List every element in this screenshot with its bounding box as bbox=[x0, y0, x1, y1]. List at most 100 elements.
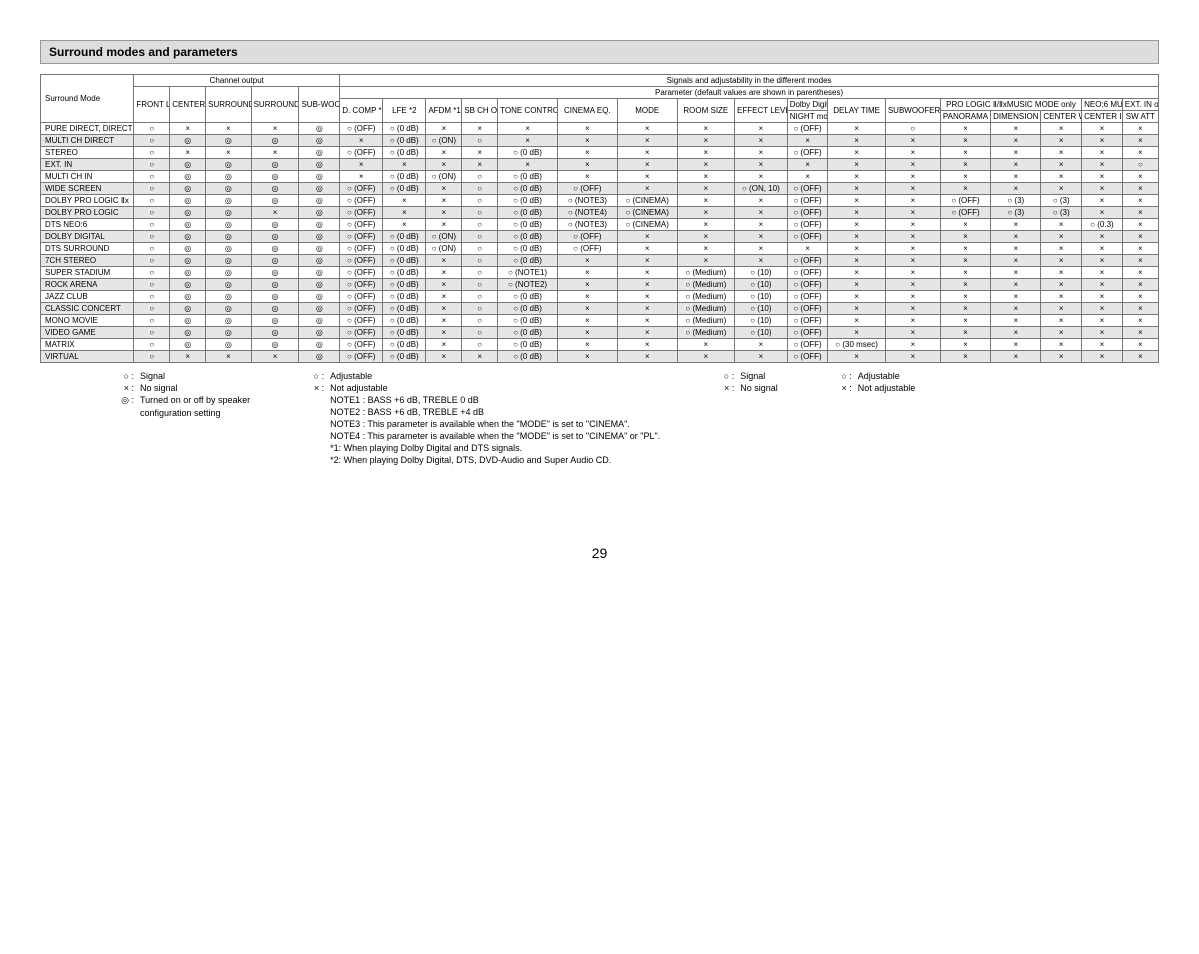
data-cell: × bbox=[1041, 171, 1082, 183]
data-cell: ○ (CINEMA) bbox=[617, 207, 677, 219]
data-cell: × bbox=[557, 315, 617, 327]
data-cell: ○ (0 dB) bbox=[383, 255, 426, 267]
h-subwoofer: SUB-WOOFER bbox=[299, 87, 340, 123]
data-cell: ○ bbox=[134, 159, 170, 171]
data-cell: ○ bbox=[462, 327, 498, 339]
legend-text: *2: When playing Dolby Digital, DTS, DVD… bbox=[330, 455, 611, 465]
legend-text: Turned on or off by speaker bbox=[140, 395, 250, 405]
h-signals: Signals and adjustability in the differe… bbox=[340, 75, 1159, 87]
data-cell: × bbox=[1122, 327, 1158, 339]
data-cell: × bbox=[885, 303, 940, 315]
data-cell: × bbox=[991, 183, 1041, 195]
table-row: MULTI CH IN○◎◎◎◎×○ (0 dB)○ (ON)○○ (0 dB)… bbox=[41, 171, 1159, 183]
data-cell: ◎ bbox=[299, 339, 340, 351]
data-cell: ◎ bbox=[170, 207, 206, 219]
data-cell: ◎ bbox=[299, 315, 340, 327]
data-cell: ○ bbox=[462, 207, 498, 219]
data-cell: ○ (OFF) bbox=[787, 255, 828, 267]
data-cell: × bbox=[206, 147, 251, 159]
h-extin: EXT. IN only bbox=[1122, 99, 1158, 111]
data-cell: × bbox=[940, 255, 990, 267]
data-cell: × bbox=[991, 303, 1041, 315]
data-cell: × bbox=[677, 159, 734, 171]
data-cell: × bbox=[828, 183, 885, 195]
data-cell: ○ (OFF) bbox=[340, 291, 383, 303]
data-cell: × bbox=[1122, 207, 1158, 219]
data-cell: ◎ bbox=[206, 291, 251, 303]
data-cell: × bbox=[170, 351, 206, 363]
data-cell: × bbox=[1082, 267, 1123, 279]
legend-symbol: ○ : bbox=[720, 371, 734, 381]
data-cell: × bbox=[991, 339, 1041, 351]
legend-row: × :No signal bbox=[120, 383, 250, 393]
data-cell: ○ bbox=[134, 135, 170, 147]
data-cell: ○ (0 dB) bbox=[383, 147, 426, 159]
data-cell: ○ (0 dB) bbox=[383, 267, 426, 279]
h-roomsize: ROOM SIZE bbox=[677, 99, 734, 123]
data-cell: ○ (0 dB) bbox=[383, 135, 426, 147]
data-cell: ○ (OFF) bbox=[340, 255, 383, 267]
data-cell: ◎ bbox=[251, 315, 299, 327]
data-cell: × bbox=[1122, 267, 1158, 279]
data-cell: ◎ bbox=[251, 291, 299, 303]
data-cell: ◎ bbox=[251, 135, 299, 147]
data-cell: ○ bbox=[134, 243, 170, 255]
data-cell: ◎ bbox=[170, 159, 206, 171]
data-cell: ◎ bbox=[206, 255, 251, 267]
legend-text: configuration setting bbox=[140, 408, 221, 418]
data-cell: × bbox=[828, 207, 885, 219]
data-cell: × bbox=[940, 291, 990, 303]
data-cell: ◎ bbox=[251, 243, 299, 255]
data-cell: ○ bbox=[1122, 159, 1158, 171]
data-cell: × bbox=[1041, 279, 1082, 291]
data-cell: × bbox=[735, 219, 788, 231]
data-cell: ◎ bbox=[251, 231, 299, 243]
data-cell: ◎ bbox=[251, 255, 299, 267]
legend-row: ○ :Signal bbox=[720, 371, 778, 381]
data-cell: ○ (NOTE3) bbox=[557, 219, 617, 231]
data-cell: ○ (0 dB) bbox=[498, 147, 558, 159]
data-cell: ◎ bbox=[299, 255, 340, 267]
data-cell: ◎ bbox=[299, 327, 340, 339]
data-cell: × bbox=[735, 195, 788, 207]
data-cell: × bbox=[557, 327, 617, 339]
mode-cell: DOLBY PRO LOGIC Ⅱx bbox=[41, 195, 134, 207]
data-cell: × bbox=[1122, 183, 1158, 195]
data-cell: ◎ bbox=[170, 219, 206, 231]
data-cell: ○ bbox=[134, 207, 170, 219]
data-cell: ◎ bbox=[206, 207, 251, 219]
data-cell: ◎ bbox=[251, 219, 299, 231]
data-cell: ○ (NOTE1) bbox=[498, 267, 558, 279]
data-cell: × bbox=[557, 171, 617, 183]
data-cell: ○ (0 dB) bbox=[498, 243, 558, 255]
data-cell: × bbox=[677, 351, 734, 363]
data-cell: ◎ bbox=[299, 171, 340, 183]
data-cell: × bbox=[828, 327, 885, 339]
legend-row: × :No signal bbox=[720, 383, 778, 393]
data-cell: × bbox=[787, 171, 828, 183]
data-cell: ◎ bbox=[206, 267, 251, 279]
data-cell: × bbox=[940, 183, 990, 195]
data-cell: × bbox=[251, 207, 299, 219]
legend-row: *1: When playing Dolby Digital and DTS s… bbox=[310, 443, 660, 453]
data-cell: × bbox=[735, 159, 788, 171]
h-center: CENTER bbox=[170, 87, 206, 123]
data-cell: ○ bbox=[462, 255, 498, 267]
data-cell: ◎ bbox=[299, 123, 340, 135]
data-cell: ○ (0 dB) bbox=[498, 327, 558, 339]
data-cell: ◎ bbox=[170, 267, 206, 279]
data-cell: × bbox=[885, 171, 940, 183]
data-cell: × bbox=[885, 135, 940, 147]
data-cell: ○ (OFF) bbox=[787, 147, 828, 159]
data-cell: × bbox=[617, 339, 677, 351]
data-cell: × bbox=[462, 351, 498, 363]
data-cell: ○ (OFF) bbox=[557, 231, 617, 243]
data-cell: × bbox=[1082, 327, 1123, 339]
data-cell: ○ bbox=[462, 135, 498, 147]
data-cell: ◎ bbox=[170, 195, 206, 207]
data-cell: × bbox=[617, 255, 677, 267]
data-cell: × bbox=[1082, 303, 1123, 315]
data-cell: × bbox=[885, 207, 940, 219]
data-cell: ◎ bbox=[206, 327, 251, 339]
data-cell: ○ (0 dB) bbox=[498, 171, 558, 183]
